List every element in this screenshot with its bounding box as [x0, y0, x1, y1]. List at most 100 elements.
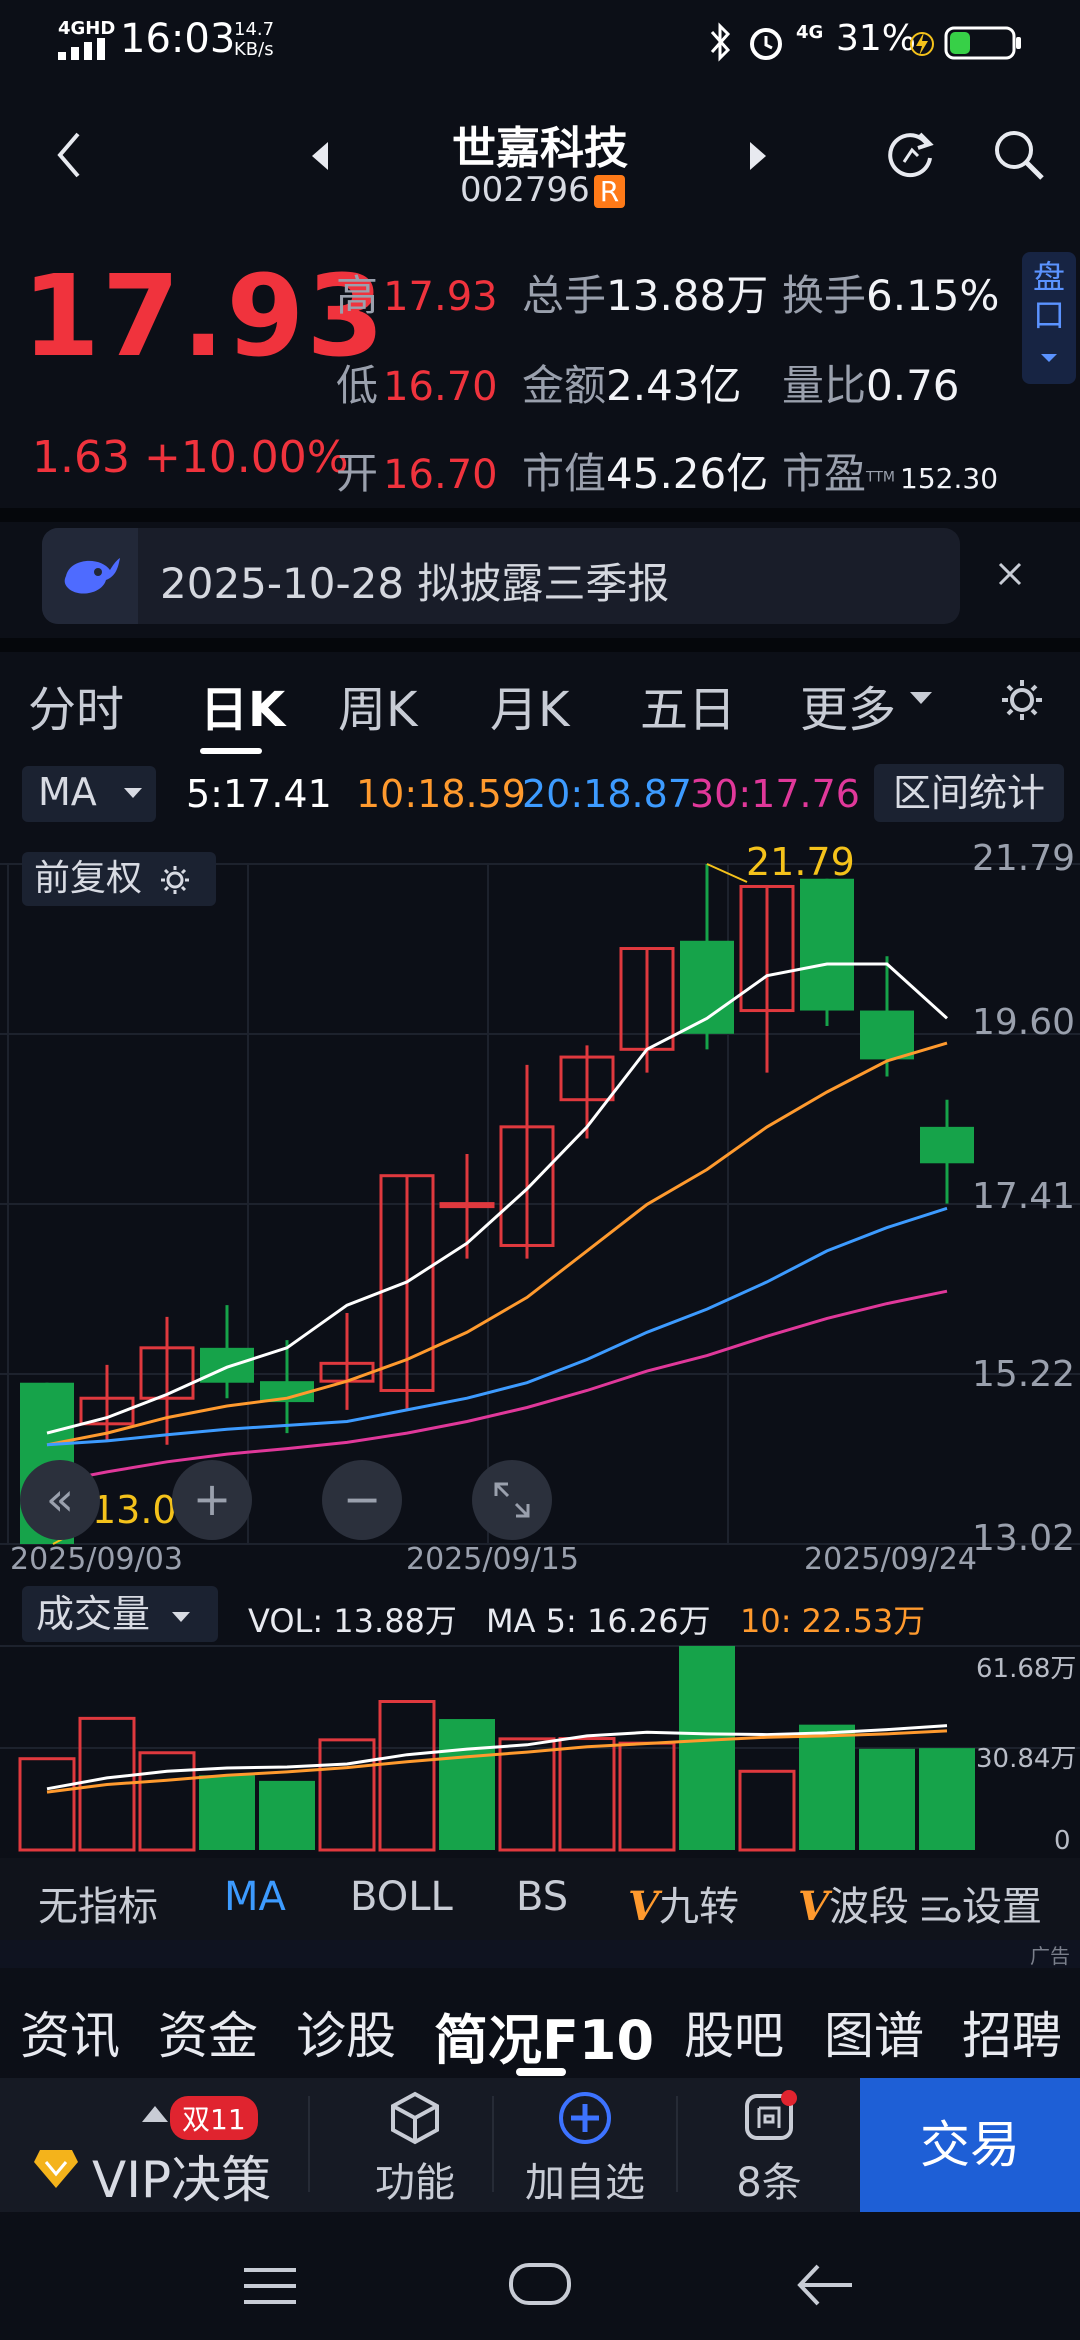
candle-up — [439, 1202, 495, 1209]
price-change: 1.63 +10.00% — [32, 432, 349, 483]
tab-graph[interactable]: 图谱 — [824, 1996, 924, 2068]
mcap-row: 市值45.26亿 — [522, 440, 768, 501]
indicator-boduan[interactable]: V波段 — [798, 1874, 909, 1932]
back-nav-icon[interactable] — [796, 2260, 856, 2310]
indicator-boll[interactable]: BOLL — [350, 1874, 453, 1920]
tab-forum[interactable]: 股吧 — [684, 1996, 784, 2068]
volume-selector-label: 成交量 — [36, 1592, 151, 1636]
tab-chart-1[interactable]: 日K — [200, 670, 285, 740]
settings-gear-icon[interactable] — [1000, 678, 1044, 722]
mcap-value: 45.26亿 — [606, 449, 769, 498]
range-stats-button[interactable]: 区间统计 — [874, 764, 1064, 822]
messages-button[interactable]: 8条 — [704, 2090, 834, 2210]
tab-chart-2[interactable]: 周K — [338, 670, 417, 740]
ma10-value: 10:18.59 — [356, 772, 526, 816]
zoom-out-button[interactable]: − — [322, 1460, 402, 1540]
battery-icon — [944, 26, 1021, 60]
turnover-value: 6.15% — [866, 271, 1000, 320]
scroll-left-button[interactable]: « — [20, 1460, 100, 1540]
pe-label: 市盈 — [782, 449, 867, 498]
add-watchlist-button[interactable]: 加自选 — [510, 2090, 660, 2210]
trade-button[interactable]: 交易 — [860, 2078, 1080, 2212]
search-icon[interactable] — [992, 128, 1046, 182]
tab-chart-0[interactable]: 分时 — [28, 670, 124, 740]
pe-row: 市盈TTM 152.30 — [782, 440, 998, 501]
indicator-bs[interactable]: BS — [516, 1874, 568, 1920]
function-button[interactable]: 功能 — [350, 2090, 480, 2210]
candle-down — [800, 878, 854, 1011]
high-label: 高 — [336, 271, 379, 320]
tab-f10[interactable]: 简况F10 — [434, 1996, 654, 2075]
tab-jobs[interactable]: 招聘 — [962, 1996, 1062, 2068]
volume-bar-down — [679, 1645, 735, 1850]
amount-value: 2.43亿 — [606, 361, 742, 410]
bluetooth-icon — [710, 22, 731, 62]
tab-chart-4[interactable]: 五日 — [640, 670, 736, 740]
divider — [0, 508, 1080, 522]
notice-text: 2025-10-28 拟披露三季报 — [160, 559, 670, 608]
adjust-selector[interactable]: 前复权 — [22, 852, 216, 906]
vol-ma10-value: 10: 22.53万 — [740, 1602, 926, 1640]
tab-diagnosis[interactable]: 诊股 — [296, 1996, 396, 2068]
ma30-value: 30:17.76 — [690, 772, 860, 816]
vol-y-label-2: 30.84万 — [976, 1744, 1077, 1774]
caret-down-icon — [172, 1611, 191, 1622]
mcap-label: 市值 — [522, 449, 607, 498]
alarm-icon — [750, 28, 782, 60]
stock-code: 002796 R — [460, 170, 626, 210]
speed-value: 14.7 — [234, 19, 275, 40]
volume-value: 13.88万 — [606, 271, 769, 320]
volume-bar-up — [138, 1751, 196, 1852]
indicator-jiuzhuan[interactable]: V九转 — [628, 1874, 739, 1932]
menu-icon[interactable] — [242, 2266, 298, 2306]
ad-strip — [0, 1940, 1080, 1968]
close-icon[interactable] — [996, 560, 1024, 588]
tab-chart-5[interactable]: 更多 — [800, 670, 896, 740]
volume-bar-up — [498, 1737, 556, 1852]
whale-logo-icon — [64, 558, 120, 594]
tab-funds[interactable]: 资金 — [158, 1996, 258, 2068]
tab-chart-3[interactable]: 月K — [490, 670, 569, 740]
x-label-2: 2025/09/15 — [406, 1542, 579, 1577]
home-icon[interactable] — [508, 2260, 572, 2308]
volume-selector[interactable]: 成交量 — [22, 1586, 218, 1642]
status-bar: 4GHD 16:03 14.7 KB/s 4G 31% — [0, 0, 1080, 88]
volume-bar-down — [859, 1748, 915, 1850]
indicator-none[interactable]: 无指标 — [38, 1874, 158, 1932]
volume-bar-down — [799, 1724, 855, 1850]
ma-selector-label: MA — [38, 770, 97, 814]
vol-value: VOL: 13.88万 — [248, 1602, 457, 1640]
ad-label: 广告 — [1030, 1944, 1070, 1968]
status-time: 16:03 — [120, 16, 236, 62]
pankou-button[interactable]: 盘口 — [1022, 252, 1076, 384]
ma20-value: 20:18.87 — [522, 772, 692, 816]
notice-bar[interactable]: 2025-10-28 拟披露三季报 — [42, 528, 960, 624]
next-stock-icon[interactable] — [746, 140, 770, 172]
volume-bar-down — [259, 1780, 315, 1850]
settings-sliders-icon — [922, 1897, 961, 1923]
tab-news[interactable]: 资讯 — [20, 1996, 120, 2068]
kline-chart[interactable] — [0, 836, 1080, 1576]
refresh-icon[interactable] — [884, 126, 940, 182]
open-row: 开 16.70 — [336, 440, 498, 501]
messages-label: 8条 — [736, 2160, 802, 2206]
fullscreen-button[interactable] — [472, 1460, 552, 1540]
volume-bar-down — [919, 1748, 975, 1850]
caret-down-icon — [1041, 354, 1057, 362]
zoom-in-button[interactable]: + — [172, 1460, 252, 1540]
indicator-settings[interactable]: 设置 — [920, 1874, 1042, 1932]
vip-button[interactable]: 双11 VIP决策 — [22, 2096, 302, 2209]
indicator-ma[interactable]: MA — [224, 1874, 286, 1920]
ma-selector[interactable]: MA — [22, 766, 156, 822]
r-badge: R — [593, 175, 626, 208]
y-label-3: 17.41 — [972, 1176, 1076, 1217]
volume-bar-up — [618, 1741, 676, 1852]
open-label: 开 — [336, 449, 379, 498]
current-price: 17.93 — [22, 252, 387, 382]
divider — [0, 638, 1080, 652]
ma-line-ma10 — [46, 1041, 948, 1447]
x-label-3: 2025/09/24 — [804, 1542, 977, 1577]
speed-unit: KB/s — [234, 39, 274, 60]
volume-chart[interactable] — [0, 1640, 1080, 1856]
volume-bar-up — [738, 1769, 796, 1852]
